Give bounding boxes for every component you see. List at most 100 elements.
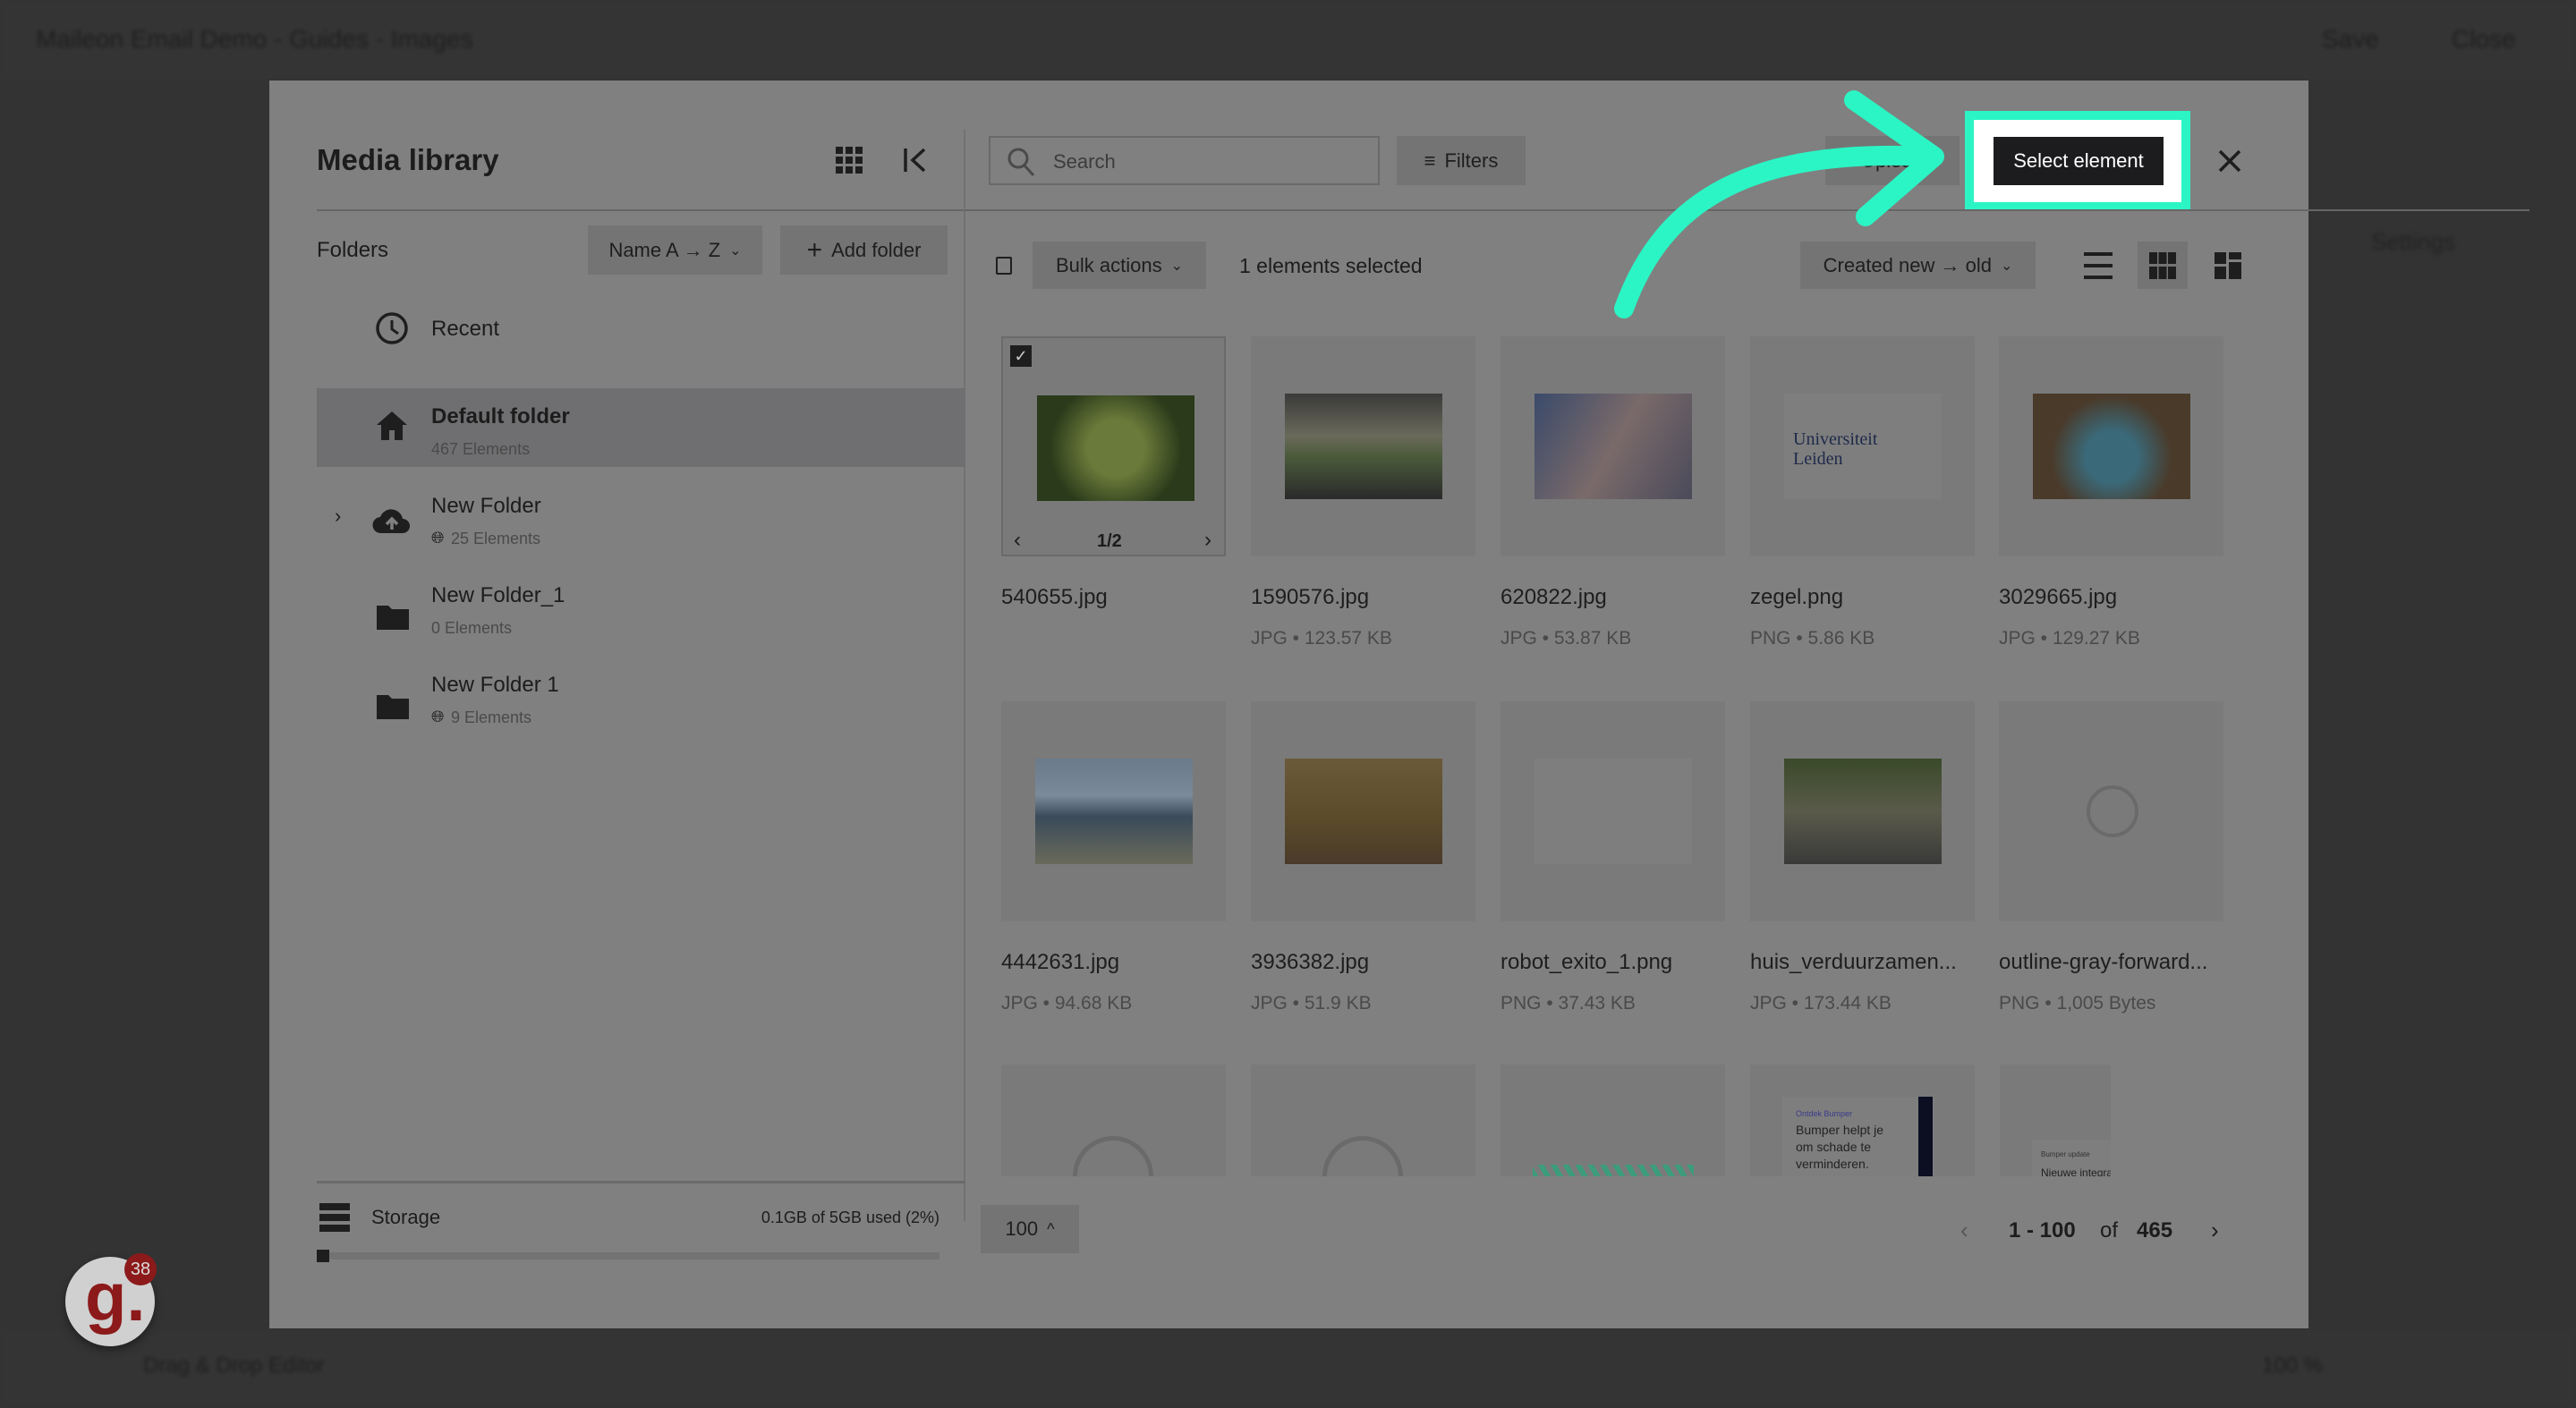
prev-page-button[interactable]: ‹	[1960, 1217, 1968, 1244]
thumbnail-pager: 1/2	[1097, 531, 1122, 551]
file-name: outline-gray-forward...	[1999, 950, 2208, 974]
list-view-icon[interactable]	[2084, 252, 2113, 279]
folder-count: 467 Elements	[431, 440, 531, 458]
file-card[interactable]	[1251, 1064, 1475, 1176]
folder-sort-dropdown[interactable]: Name A → Z ⌄	[588, 225, 762, 275]
search-input[interactable]: Search	[989, 136, 1380, 185]
file-card[interactable]	[1001, 1064, 1226, 1176]
banner-stripe	[1918, 1097, 1933, 1176]
file-name: zegel.png	[1750, 585, 1844, 609]
storage-label: Storage	[371, 1206, 441, 1228]
banner-thumbnail: Bumper update Nieuwe integratie	[2032, 1140, 2111, 1176]
storage-icon	[319, 1203, 350, 1232]
chevron-down-icon: ⌄	[1170, 258, 1184, 274]
search-icon	[1007, 148, 1035, 177]
grid-view-icon	[2149, 252, 2176, 279]
sort-dropdown[interactable]: Created new → old ⌄	[1800, 242, 2036, 289]
file-thumbnail	[1535, 394, 1692, 499]
folder-name: Default folder	[431, 404, 570, 428]
app-top-bar: Maileon Email Demo - Guides - Images Sav…	[0, 0, 2576, 81]
forward-email-icon	[2087, 785, 2138, 837]
folder-item-new-folder-space-1[interactable]: New Folder 1 🌐︎ 9 Elements	[317, 657, 965, 735]
app-bottom-bar: Drag & Drop Editor 100 %	[0, 1328, 2576, 1408]
file-name: huis_verduurzamen...	[1750, 950, 1957, 974]
file-thumbnail	[1285, 759, 1442, 864]
file-name: 4442631.jpg	[1001, 950, 1120, 974]
file-grid-row-3: Ontdek Bumper Bumper helpt je om schade …	[1001, 1064, 2111, 1176]
folder-count: 9 Elements	[451, 708, 532, 726]
folder-item-new-folder[interactable]: › New Folder 🌐︎ 25 Elements	[317, 478, 965, 556]
next-page-button[interactable]: ›	[2211, 1217, 2219, 1244]
filters-button[interactable]: ≡ Filters	[1397, 136, 1526, 185]
plus-icon: +	[806, 234, 823, 265]
close-icon[interactable]	[2217, 148, 2242, 174]
file-meta: PNG • 1,005 Bytes	[1999, 993, 2156, 1014]
close-app-button[interactable]: Close	[2452, 25, 2516, 54]
file-name: 540655.jpg	[1001, 585, 1108, 609]
media-library-modal: Media library Folders Name A → Z ⌄ + Add f…	[269, 81, 2529, 1328]
chevron-right-icon[interactable]: ›	[335, 505, 341, 528]
file-card[interactable]	[1501, 701, 1725, 921]
divider	[317, 209, 965, 211]
chevron-up-icon: ^	[1047, 1219, 1055, 1238]
folder-item-recent[interactable]: Recent	[317, 295, 965, 358]
selected-count: 1 elements selected	[1239, 254, 1423, 277]
file-meta: PNG • 5.86 KB	[1750, 628, 1875, 649]
grid-apps-icon[interactable]	[836, 147, 863, 174]
file-meta: JPG • 129.27 KB	[1999, 628, 2140, 649]
file-card[interactable]	[1251, 701, 1475, 921]
folder-icon	[377, 606, 409, 630]
folder-name: New Folder_1	[431, 583, 565, 607]
folder-item-new-folder-1[interactable]: New Folder_1 0 Elements	[317, 567, 965, 646]
file-card[interactable]	[1001, 701, 1226, 921]
folder-item-default[interactable]: Default folder 467 Elements	[317, 388, 965, 467]
globe-icon: 🌐︎	[431, 529, 445, 547]
file-card[interactable]: Bumper update Nieuwe integratie	[2000, 1064, 2111, 1176]
file-name: 1590576.jpg	[1251, 585, 1370, 609]
chevron-down-icon: ⌄	[2000, 258, 2013, 274]
banner-small-text: Ontdek Bumper	[1796, 1109, 1853, 1118]
file-card[interactable]	[1999, 701, 2223, 921]
select-element-button[interactable]: Select element	[1994, 137, 2164, 185]
file-thumbnail	[2033, 394, 2190, 499]
file-card[interactable]	[1750, 701, 1975, 921]
save-button[interactable]: Save	[2322, 25, 2379, 54]
folder-name: New Folder	[431, 494, 541, 518]
select-all-checkbox[interactable]	[996, 257, 1012, 275]
upload-button[interactable]: Upload	[1825, 136, 1960, 185]
masonry-view-icon[interactable]	[2215, 252, 2241, 279]
file-card[interactable]: Ontdek Bumper Bumper helpt je om schade …	[1750, 1064, 1975, 1176]
add-folder-button[interactable]: + Add folder	[780, 225, 948, 275]
storage-usage: 0.1GB of 5GB used (2%)	[761, 1209, 939, 1226]
logo-text: Universiteit Leiden	[1793, 429, 1878, 469]
page-of: of	[2100, 1218, 2119, 1243]
per-page-dropdown[interactable]: 100 ^	[981, 1205, 1079, 1253]
collapse-panel-icon[interactable]	[903, 147, 928, 174]
banner-thumbnail: Ontdek Bumper Bumper helpt je om schade …	[1782, 1097, 1934, 1176]
file-thumbnail	[1285, 394, 1442, 499]
bulk-actions-dropdown[interactable]: Bulk actions ⌄	[1033, 242, 1206, 289]
prev-image-button[interactable]: ‹	[1014, 528, 1021, 553]
file-card[interactable]	[1999, 336, 2223, 556]
settings-tab: Settings	[2371, 228, 2455, 255]
banner-text: Nieuwe integratie	[2041, 1166, 2111, 1176]
file-card[interactable]: Universiteit Leiden	[1750, 336, 1975, 556]
guide-widget-button[interactable]: g. 38	[65, 1253, 157, 1346]
folder-icon	[377, 695, 409, 719]
sort-label: Created new → old	[1823, 253, 1992, 276]
next-image-button[interactable]: ›	[1204, 528, 1211, 553]
file-card[interactable]	[1501, 336, 1725, 556]
chevron-down-icon: ⌄	[729, 242, 742, 259]
file-card[interactable]	[1251, 336, 1475, 556]
folder-count: 25 Elements	[451, 530, 541, 547]
file-card[interactable]	[1501, 1064, 1725, 1176]
grid-view-button[interactable]	[2138, 242, 2188, 289]
page-range: 1 - 100	[2009, 1218, 2076, 1243]
file-card[interactable]: ✓ 1/2 ‹ ›	[1001, 336, 1226, 556]
file-thumbnail	[1784, 759, 1942, 864]
select-element-label: Select element	[2013, 149, 2144, 172]
storage-bar-fill	[317, 1250, 329, 1262]
folder-sort-label: Name A → Z	[608, 238, 721, 261]
folder-name: Recent	[431, 317, 500, 341]
file-checkbox[interactable]: ✓	[1010, 345, 1032, 367]
